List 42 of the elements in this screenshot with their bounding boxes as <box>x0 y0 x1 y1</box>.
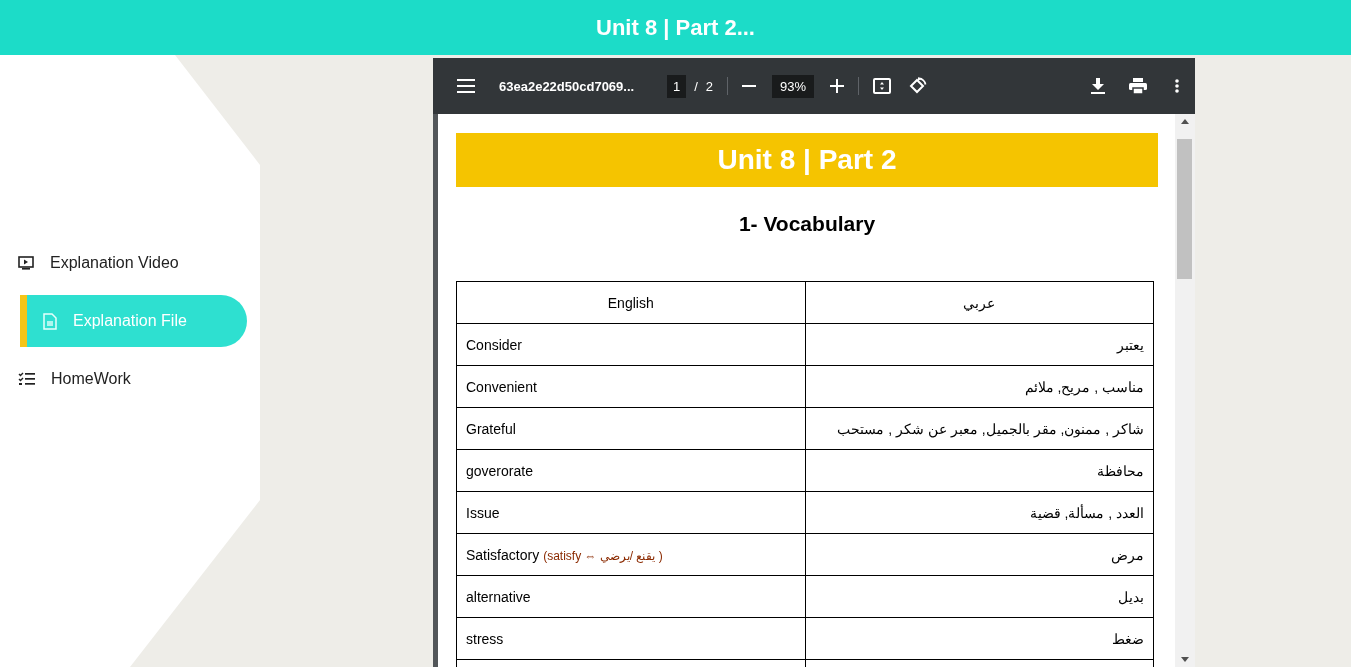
arabic-translation: العدد , مسألة, قضية <box>1029 504 1144 521</box>
page-separator: / <box>694 78 698 94</box>
document-icon <box>43 312 57 330</box>
arabic-translation: ضغط <box>1112 630 1144 647</box>
section-heading: 1- Vocabulary <box>737 212 877 236</box>
arabic-translation: بديل <box>1118 588 1144 605</box>
page-count: 2 <box>705 78 714 94</box>
arabic-translation: مناسب , مريح, ملائم <box>1024 378 1144 395</box>
sidebar-item[interactable]: Explanation Video <box>0 237 227 289</box>
video-icon <box>18 256 34 270</box>
english-word: Issue <box>466 504 500 521</box>
more-options-icon[interactable] <box>1175 79 1179 93</box>
fit-page-icon[interactable] <box>873 78 892 94</box>
english-word: Grateful <box>466 420 516 437</box>
scrollbar-thumb[interactable] <box>1177 139 1192 279</box>
arabic-translation: يعتبر <box>1117 336 1144 353</box>
column-header: عربي <box>963 294 996 311</box>
english-word: goverorate <box>466 462 533 479</box>
english-word: Consider <box>466 336 523 353</box>
zoom-field[interactable]: 93% <box>772 74 815 98</box>
menu-icon[interactable] <box>457 79 475 93</box>
sidebar-item[interactable]: HomeWork <box>0 353 227 405</box>
arabic-translation: شاكر , ممنون, مقر بالجميل, معبر عن شكر , مستحب <box>837 420 1144 437</box>
english-word: Convenient <box>466 378 537 395</box>
title-banner: Unit 8 | Part 2 <box>456 133 1158 187</box>
page-title: Unit 8 | Part 2... <box>596 14 755 41</box>
rotate-icon[interactable] <box>909 77 928 95</box>
arabic-translation: محافظة <box>1097 462 1144 479</box>
download-icon[interactable] <box>1091 78 1105 94</box>
english-word: Satisfactory <box>466 546 540 563</box>
print-icon[interactable] <box>1129 78 1147 94</box>
scroll-up-icon[interactable] <box>1181 119 1189 124</box>
file-name: 63ea2e22d50cd7069... <box>499 78 636 94</box>
arabic-translation: مرض <box>1111 546 1144 563</box>
zoom-in-icon[interactable] <box>830 79 845 93</box>
english-word: stress <box>466 630 504 647</box>
english-word: alternative <box>466 588 531 605</box>
scroll-down-icon[interactable] <box>1181 657 1189 662</box>
column-header: English <box>607 294 654 311</box>
page-number-field[interactable]: 1 <box>667 74 687 98</box>
checklist-icon <box>18 372 35 386</box>
word-note: (satisfy ⇔ يقنع /يرضي ) <box>543 548 663 563</box>
